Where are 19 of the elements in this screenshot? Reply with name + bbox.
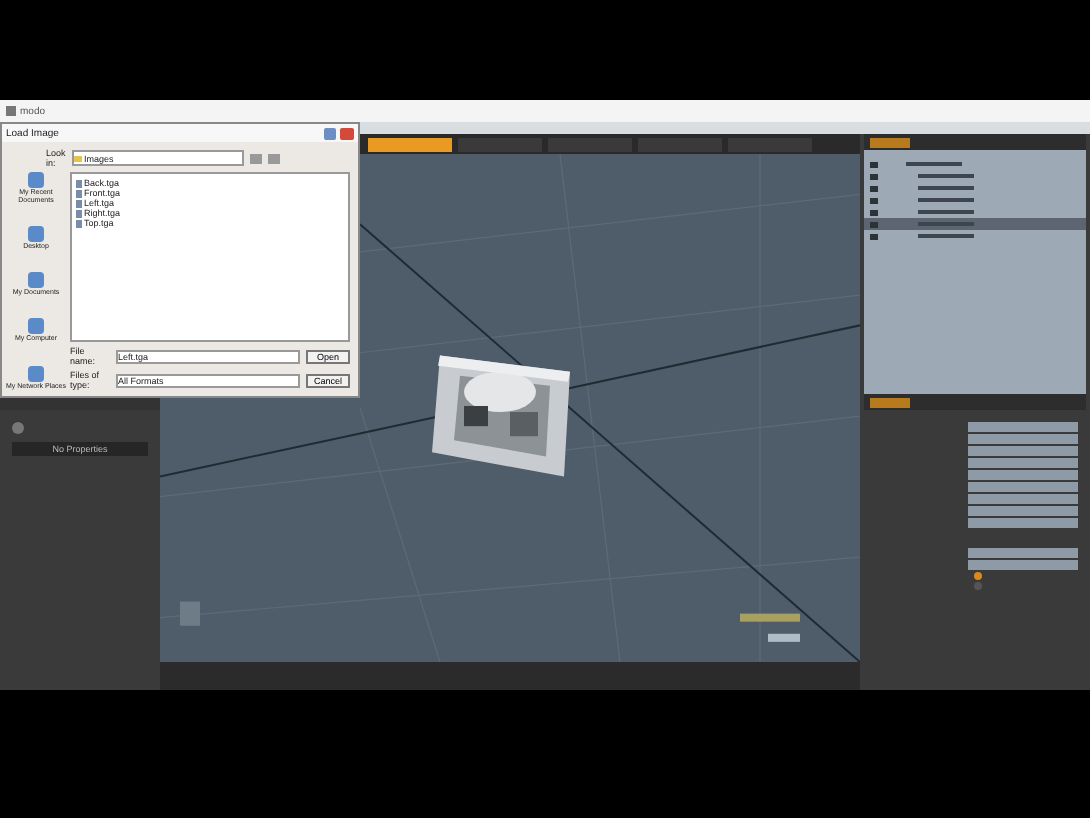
help-icon[interactable] — [324, 127, 336, 139]
input-field[interactable] — [968, 482, 1078, 492]
app-icon — [6, 106, 16, 116]
input-field[interactable] — [968, 422, 1078, 432]
input-field[interactable] — [968, 518, 1078, 528]
settings-icon[interactable] — [12, 422, 24, 434]
input-field[interactable] — [968, 470, 1078, 480]
input-field[interactable] — [968, 446, 1078, 456]
input-field[interactable] — [968, 506, 1078, 516]
input-field[interactable] — [968, 548, 1078, 558]
viewport-tab[interactable] — [368, 137, 452, 151]
textured-plane-drawing — [432, 355, 570, 477]
checkbox[interactable] — [974, 572, 982, 580]
input-field[interactable] — [968, 458, 1078, 468]
input-field[interactable] — [968, 434, 1078, 444]
input-field[interactable] — [968, 560, 1078, 570]
input-field[interactable] — [968, 494, 1078, 504]
close-icon[interactable] — [340, 127, 354, 139]
checkbox[interactable] — [974, 582, 982, 590]
